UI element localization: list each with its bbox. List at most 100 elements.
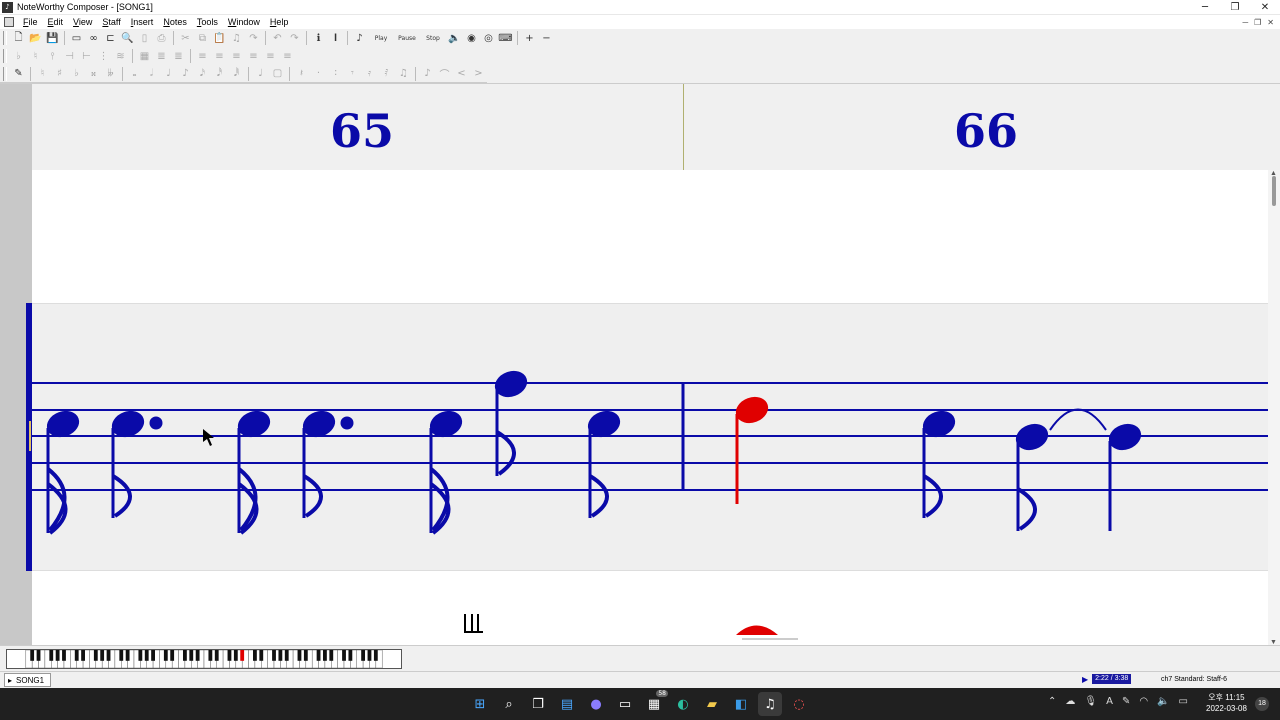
toolbar-grip[interactable] <box>3 49 7 63</box>
search-icon[interactable]: ⌕ <box>497 692 521 716</box>
stem-icon[interactable]: ⫯ <box>44 48 61 64</box>
edge-icon[interactable]: ◐ <box>671 692 695 716</box>
paste-note-icon[interactable]: ♫ <box>228 30 245 46</box>
document-icon[interactable] <box>4 17 14 27</box>
restore-button[interactable]: ❐ <box>1220 2 1250 13</box>
menu-window[interactable]: Window <box>223 17 265 27</box>
close-button[interactable]: ✕ <box>1250 2 1280 13</box>
sixteenth-note-icon[interactable]: 𝅘𝅥𝅯 <box>194 66 211 82</box>
stop-button[interactable]: Stop <box>420 30 446 46</box>
justify-icon[interactable]: ≡ <box>245 48 262 64</box>
wifi-icon[interactable]: ◠ <box>1139 696 1148 707</box>
terminal-icon[interactable]: ▭ <box>613 692 637 716</box>
dotted-note-icon[interactable]: ♩ <box>252 66 269 82</box>
print-preview-icon[interactable]: ▯ <box>136 30 153 46</box>
start-icon[interactable]: ⊞ <box>468 692 492 716</box>
speaker-icon[interactable]: 🔈 <box>446 30 463 46</box>
natural-icon[interactable]: ♮ <box>27 48 44 64</box>
menu-insert[interactable]: Insert <box>126 17 159 27</box>
zoom-in-icon[interactable]: + <box>521 30 538 46</box>
list2-icon[interactable]: ≣ <box>170 48 187 64</box>
print-icon[interactable]: ⎙ <box>153 30 170 46</box>
lines-icon[interactable]: ≡ <box>262 48 279 64</box>
sixtyfourth-note-icon[interactable]: 𝅘𝅥𝅱 <box>228 66 245 82</box>
lines2-icon[interactable]: ≡ <box>279 48 296 64</box>
double-flat-icon[interactable]: 𝄫 <box>102 66 119 82</box>
align-icon[interactable]: ⊏ <box>102 30 119 46</box>
mdi-minimize-icon[interactable]: ─ <box>1242 18 1248 27</box>
triplet-icon[interactable]: ♫ <box>395 66 412 82</box>
instrument-icon[interactable]: ♪ <box>351 30 368 46</box>
accent-icon[interactable]: 𝄿 <box>361 66 378 82</box>
zoom-icon[interactable]: 🔍 <box>119 30 136 46</box>
audio-icon[interactable]: ◉ <box>463 30 480 46</box>
staff-notation[interactable] <box>0 84 1280 645</box>
file-explorer-icon[interactable]: ▰ <box>700 692 724 716</box>
half-note-icon[interactable]: 𝅗𝅥 <box>143 66 160 82</box>
menu-file[interactable]: File <box>18 17 43 27</box>
whole-note-icon[interactable]: 𝅝 <box>126 66 143 82</box>
toolbar-grip[interactable] <box>3 66 7 81</box>
menu-tools[interactable]: Tools <box>192 17 223 27</box>
battery-icon[interactable]: ▭ <box>1179 696 1188 707</box>
info-icon[interactable]: ℹ <box>310 30 327 46</box>
save-icon[interactable]: 💾 <box>44 30 61 46</box>
document-tab[interactable]: ▸ SONG1 <box>4 673 52 687</box>
store-icon[interactable]: ▦ 58 <box>642 690 668 716</box>
flat-acc-icon[interactable]: ♭ <box>68 66 85 82</box>
align-left-icon[interactable]: ≡ <box>194 48 211 64</box>
menu-edit[interactable]: Edit <box>43 17 69 27</box>
pause-button[interactable]: Pause <box>394 30 420 46</box>
double-sharp-icon[interactable]: 𝄪 <box>85 66 102 82</box>
mdi-restore-icon[interactable]: ❐ <box>1254 18 1261 27</box>
ornament-icon[interactable]: ≋ <box>112 48 129 64</box>
app-icon[interactable]: ♪ <box>2 1 13 13</box>
vscode-icon[interactable]: ◧ <box>729 692 753 716</box>
menu-view[interactable]: View <box>68 17 97 27</box>
volume-icon[interactable]: 🔈 <box>1157 696 1169 707</box>
rest-box-icon[interactable]: ▢ <box>269 66 286 82</box>
new-file-icon[interactable]: 🗋 <box>10 30 27 46</box>
flat-icon[interactable]: ♭ <box>10 48 27 64</box>
paste-icon[interactable]: 📋 <box>211 30 228 46</box>
score-view[interactable]: 65 66 ▲ ▼ <box>0 83 1280 645</box>
thirtysecond-note-icon[interactable]: 𝅘𝅥𝅰 <box>211 66 228 82</box>
recorder-icon[interactable]: ◌ <box>787 692 811 716</box>
tenuto-icon[interactable]: 𝅀 <box>378 66 395 82</box>
cut-icon[interactable]: ✂ <box>177 30 194 46</box>
eighth-note-icon[interactable]: ♪ <box>177 66 194 82</box>
slur-icon[interactable]: ⌒ <box>436 66 453 82</box>
copy-icon[interactable]: ⧉ <box>194 30 211 46</box>
beam-icon[interactable]: ⊣ <box>61 48 78 64</box>
toolbar-grip[interactable] <box>3 31 7 45</box>
task-view-icon[interactable]: ❐ <box>526 692 550 716</box>
noteworthy-icon[interactable]: ♫ <box>758 692 782 716</box>
double-dot-icon[interactable]: ∶ <box>327 66 344 82</box>
grid-icon[interactable]: ▦ <box>136 48 153 64</box>
undo-icon[interactable]: ↶ <box>269 30 286 46</box>
mdi-close-icon[interactable]: ✕ <box>1267 18 1274 27</box>
pen-icon[interactable]: ✎ <box>1122 696 1130 707</box>
dots-icon[interactable]: ⋮ <box>95 48 112 64</box>
mic-icon[interactable]: 🎙 <box>1084 696 1097 707</box>
play-button[interactable]: Play <box>368 30 394 46</box>
cloud-icon[interactable]: ☁ <box>1065 696 1075 707</box>
open-folder-icon[interactable]: 📂 <box>27 30 44 46</box>
dot-icon[interactable]: · <box>310 66 327 82</box>
tie-icon[interactable]: ⊢ <box>78 48 95 64</box>
staccato-icon[interactable]: 𝄾 <box>344 66 361 82</box>
notification-badge[interactable]: 18 <box>1255 697 1269 711</box>
scroll-thumb[interactable] <box>1272 176 1276 206</box>
crescendo-icon[interactable]: < <box>453 66 470 82</box>
sharp-icon[interactable]: ♯ <box>51 66 68 82</box>
redo-icon[interactable]: ↷ <box>286 30 303 46</box>
tempo-icon[interactable]: ◎ <box>480 30 497 46</box>
minimize-button[interactable]: ─ <box>1190 2 1220 13</box>
note-tool-icon[interactable]: ✎ <box>10 66 27 82</box>
menu-help[interactable]: Help <box>265 17 294 27</box>
keyboard-icon[interactable]: ⌨ <box>497 30 514 46</box>
align-right-icon[interactable]: ≡ <box>228 48 245 64</box>
chat-icon[interactable]: ● <box>584 692 608 716</box>
rest-icon[interactable]: 𝄽 <box>293 66 310 82</box>
piano-keyboard[interactable] <box>6 649 402 669</box>
